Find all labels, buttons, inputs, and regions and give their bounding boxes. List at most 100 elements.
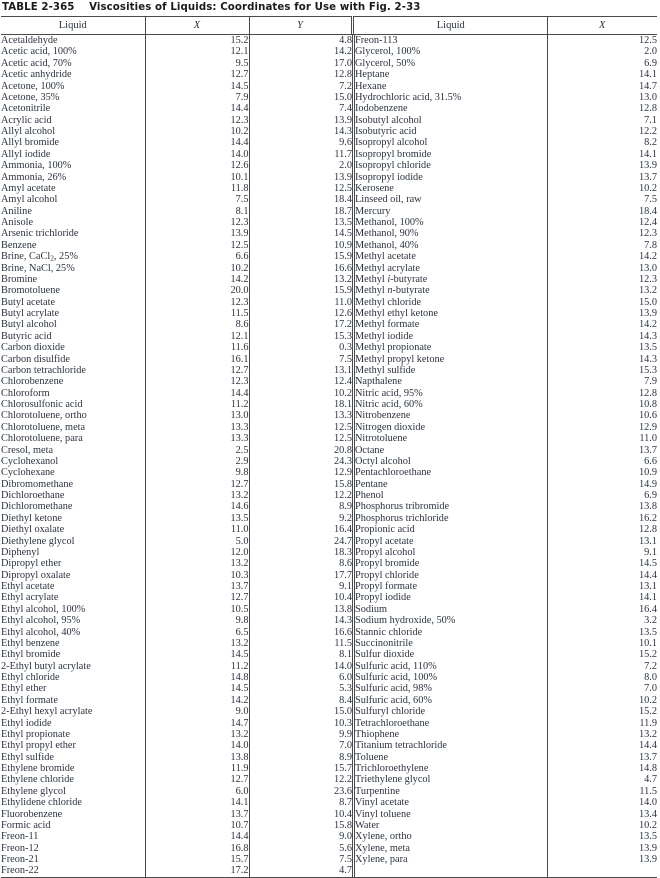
liquid-name: Propyl formate bbox=[355, 581, 418, 592]
filler-cell bbox=[546, 865, 657, 877]
liquid-name: Butyl acetate bbox=[1, 296, 56, 308]
liquid-name: Arsenic trichloride bbox=[1, 228, 79, 240]
table-row: Butyl acetate 12.3 11.0 bbox=[1, 296, 352, 308]
table-row: Acetone, 100% 14.5 7.2 bbox=[1, 80, 352, 92]
x-value: 10.6 bbox=[546, 410, 657, 422]
table-row: Water 10.2 bbox=[355, 819, 657, 832]
x-value: 13.5 bbox=[546, 626, 657, 638]
x-value: 6.0 bbox=[144, 785, 249, 798]
x-value: 9.1 bbox=[546, 546, 657, 559]
table-row: Sodium 16.4 bbox=[355, 603, 657, 616]
liquid-name: Pentachloroethane bbox=[355, 467, 432, 479]
x-value: 15.0 bbox=[546, 296, 657, 308]
table-row: Thiophene 13.2 bbox=[355, 728, 657, 741]
y-value: 18.3 bbox=[248, 546, 352, 559]
liquid-name: Diethyl oxalate bbox=[1, 524, 65, 536]
x-value: 16.8 bbox=[144, 842, 249, 854]
column-header-x-left: X bbox=[144, 16, 249, 34]
table-body: Acetaldehyde 15.2 4.8 Acetic acid, 100% 12.1… bbox=[0, 35, 660, 877]
x-value: 14.7 bbox=[144, 717, 249, 729]
x-value: 12.5 bbox=[144, 239, 249, 252]
y-value: 12.2 bbox=[248, 490, 352, 502]
liquid-name: Pentane bbox=[355, 478, 388, 490]
liquid-name: Sulfuric acid, 100% bbox=[355, 672, 438, 683]
table-row: Chlorotoluene, ortho 13.0 13.3 bbox=[1, 410, 352, 422]
table-row: Allyl iodide 14.0 11.7 bbox=[1, 148, 352, 161]
x-value: 11.2 bbox=[144, 399, 249, 411]
table-row: Methanol, 40% 7.8 bbox=[355, 239, 657, 252]
table-row: Brine, NaCl, 25% 10.2 16.6 bbox=[1, 262, 352, 274]
liquid-name: Octyl alcohol bbox=[355, 455, 411, 467]
liquid-name: Ethylidene chloride bbox=[1, 797, 82, 809]
x-value: 12.3 bbox=[546, 228, 657, 240]
table-row: Diethylene glycol 5.0 24.7 bbox=[1, 535, 352, 547]
table-row: Freon-21 15.7 7.5 bbox=[1, 854, 352, 866]
x-value: 14.1 bbox=[546, 69, 657, 81]
x-value: 11.9 bbox=[546, 717, 657, 729]
x-value: 10.1 bbox=[546, 637, 657, 650]
x-value: 14.5 bbox=[144, 649, 249, 661]
table-row: Amyl alcohol 7.5 18.4 bbox=[1, 194, 352, 206]
x-value: 11.5 bbox=[144, 308, 249, 320]
liquid-name: Cyclohexanol bbox=[1, 455, 59, 467]
liquid-name: Sodium bbox=[355, 603, 388, 615]
liquid-name: Chlorosulfonic acid bbox=[1, 399, 83, 410]
table-row: Methyl iodide 14.3 bbox=[355, 330, 657, 343]
x-value: 14.1 bbox=[144, 797, 249, 809]
table-row: Ammonia, 26% 10.1 13.9 bbox=[1, 171, 352, 183]
table-row: 2-Ethyl hexyl acrylate 9.0 15.0 bbox=[1, 706, 352, 718]
liquid-name: Heptane bbox=[355, 69, 390, 81]
liquid-name: Methanol, 90% bbox=[355, 228, 419, 240]
x-value: 12.9 bbox=[546, 421, 657, 434]
liquid-name: Nitrotoluene bbox=[355, 433, 408, 445]
table-row: Fluorobenzene 13.7 10.4 bbox=[1, 808, 352, 820]
y-value: 13.3 bbox=[248, 410, 352, 422]
y-value: 12.5 bbox=[248, 433, 352, 445]
filler-cell bbox=[355, 865, 547, 876]
x-value: 14.4 bbox=[144, 387, 249, 399]
table-row: Propyl alcohol 9.1 bbox=[355, 546, 657, 559]
table-row: Formic acid 10.7 15.8 bbox=[1, 819, 352, 832]
liquid-name: Sulfuric acid, 98% bbox=[355, 683, 432, 695]
table-row: Phosphorus tribromide 13.8 bbox=[355, 501, 657, 513]
table-row: Ethyl propyl ether 14.0 7.0 bbox=[1, 740, 352, 752]
table-row: Isopropyl iodide 13.7 bbox=[355, 171, 657, 183]
table-row: Ethyl sulfide 13.8 8.9 bbox=[1, 751, 352, 763]
x-value: 14.1 bbox=[546, 592, 657, 604]
table-row: Acetaldehyde 15.2 4.8 bbox=[1, 35, 352, 47]
liquid-name: Carbon disulfide bbox=[1, 353, 70, 365]
right-half: Freon-113 12.5 Glycerol, 100% 2.0 Glycerol, … bbox=[352, 35, 657, 877]
liquid-name: Nitric acid, 95% bbox=[355, 387, 423, 399]
x-value: 12.8 bbox=[546, 387, 657, 399]
table-row: Acetic acid, 70% 9.5 17.0 bbox=[1, 57, 352, 70]
table-row: Methyl propyl ketone 14.3 bbox=[355, 353, 657, 365]
table-row: Bromotoluene 20.0 15.9 bbox=[1, 285, 352, 297]
y-value: 10.3 bbox=[248, 717, 352, 729]
liquid-name: Acetic acid, 100% bbox=[1, 46, 77, 58]
liquid-name: Ethylene bromide bbox=[1, 763, 75, 774]
liquid-name: Propyl bromide bbox=[355, 558, 420, 570]
x-value: 13.1 bbox=[546, 581, 657, 593]
liquid-name: 2-Ethyl butyl acrylate bbox=[1, 660, 91, 672]
y-value: 23.6 bbox=[248, 785, 352, 798]
table-row: Ethyl iodide 14.7 10.3 bbox=[1, 717, 352, 729]
liquid-name: Methyl acetate bbox=[355, 251, 416, 263]
liquid-name: Acetone, 100% bbox=[1, 80, 65, 92]
table-row: Sulfuryl chloride 15.2 bbox=[355, 706, 657, 718]
x-value: 9.5 bbox=[144, 57, 249, 70]
liquid-name: Vinyl acetate bbox=[355, 797, 409, 809]
y-value: 10.4 bbox=[248, 808, 352, 820]
liquid-name: Ethyl alcohol, 100% bbox=[1, 603, 86, 615]
y-value: 16.6 bbox=[248, 626, 352, 638]
table-row: Glycerol, 50% 6.9 bbox=[355, 57, 657, 70]
table-row: Ethylene bromide 11.9 15.7 bbox=[1, 763, 352, 775]
table-row: Ethyl acrylate 12.7 10.4 bbox=[1, 592, 352, 604]
table-row: Diethyl ketone 13.5 9.2 bbox=[1, 512, 352, 525]
table-row: Dibromomethane 12.7 15.8 bbox=[1, 478, 352, 490]
x-value: 13.5 bbox=[546, 831, 657, 843]
x-value: 11.0 bbox=[144, 524, 249, 536]
x-value: 13.7 bbox=[546, 171, 657, 183]
table-row: Heptane 14.1 bbox=[355, 69, 657, 81]
liquid-name: Acetic acid, 70% bbox=[1, 57, 72, 69]
y-value: 11.7 bbox=[248, 148, 352, 161]
